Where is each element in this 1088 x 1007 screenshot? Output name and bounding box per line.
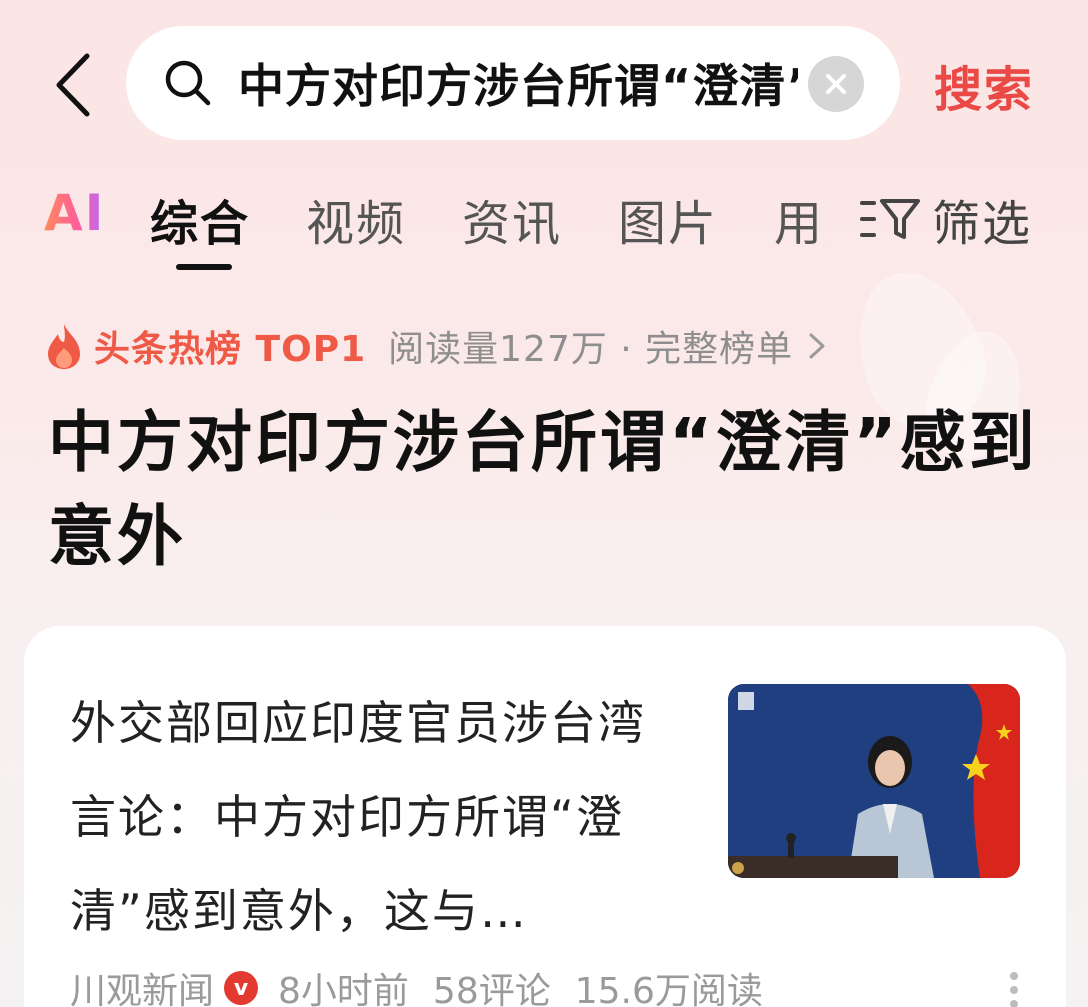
chevron-left-icon xyxy=(56,53,90,117)
news-card-meta: 川观新闻 v 8小时前 58评论 15.6万阅读 xyxy=(70,960,763,1007)
clear-search-button[interactable] xyxy=(808,56,864,112)
flame-icon xyxy=(48,324,80,369)
news-comments: 58评论 xyxy=(432,971,551,1007)
search-header: 中方对印方涉台所谓“澄清”感到意外 搜索 xyxy=(0,0,1088,160)
search-button[interactable]: 搜索 xyxy=(934,50,1034,120)
more-dot-icon xyxy=(1010,986,1018,994)
hot-rank-row[interactable]: 头条热榜 TOP1 阅读量127万 · 完整榜单 xyxy=(44,318,827,374)
more-dot-icon xyxy=(1010,972,1018,980)
hot-rank-meta: 阅读量127万 · 完整榜单 xyxy=(388,329,794,370)
verified-badge: v xyxy=(224,971,259,1005)
tab-comprehensive[interactable]: 综合 xyxy=(150,184,250,254)
filter-label: 筛选 xyxy=(932,196,1033,252)
news-card[interactable]: 外交部回应印度官员涉台湾言论：中方对印方所谓“澄清”感到意外，这与… 川观新闻 … xyxy=(24,626,1066,1007)
tab-news[interactable]: 资讯 xyxy=(462,184,562,254)
more-dot-icon xyxy=(1010,1000,1018,1007)
news-card-thumbnail[interactable] xyxy=(728,684,1020,878)
news-source[interactable]: 川观新闻 xyxy=(70,962,214,1007)
news-reads: 15.6万阅读 xyxy=(574,971,763,1007)
search-query-text[interactable]: 中方对印方涉台所谓“澄清”感到意外 xyxy=(238,50,798,116)
active-tab-indicator xyxy=(176,264,232,270)
tab-images[interactable]: 图片 xyxy=(618,184,718,254)
topic-headline: 中方对印方涉台所谓“澄清”感到意外 xyxy=(48,404,1038,575)
hot-rank-label: 头条热榜 TOP1 xyxy=(94,329,367,370)
filter-button[interactable]: 筛选 xyxy=(860,184,1032,254)
search-input[interactable]: 中方对印方涉台所谓“澄清”感到意外 xyxy=(126,26,900,140)
news-time: 8小时前 xyxy=(278,971,409,1007)
tab-users[interactable]: 用户 xyxy=(774,184,826,254)
close-icon xyxy=(826,74,846,94)
category-tabs: AI 综合 视频 资讯 图片 用户 筛选 xyxy=(0,170,1088,280)
back-button[interactable] xyxy=(38,40,108,130)
tab-video[interactable]: 视频 xyxy=(306,184,406,254)
press-conference-image xyxy=(728,684,1020,878)
more-options-button[interactable] xyxy=(1004,966,1024,1007)
chevron-right-icon xyxy=(809,333,825,359)
news-card-title[interactable]: 外交部回应印度官员涉台湾言论：中方对印方所谓“澄清”感到意外，这与… xyxy=(70,676,670,958)
filter-icon xyxy=(860,199,920,239)
tab-ai[interactable]: AI xyxy=(44,184,105,242)
search-icon xyxy=(165,60,211,106)
